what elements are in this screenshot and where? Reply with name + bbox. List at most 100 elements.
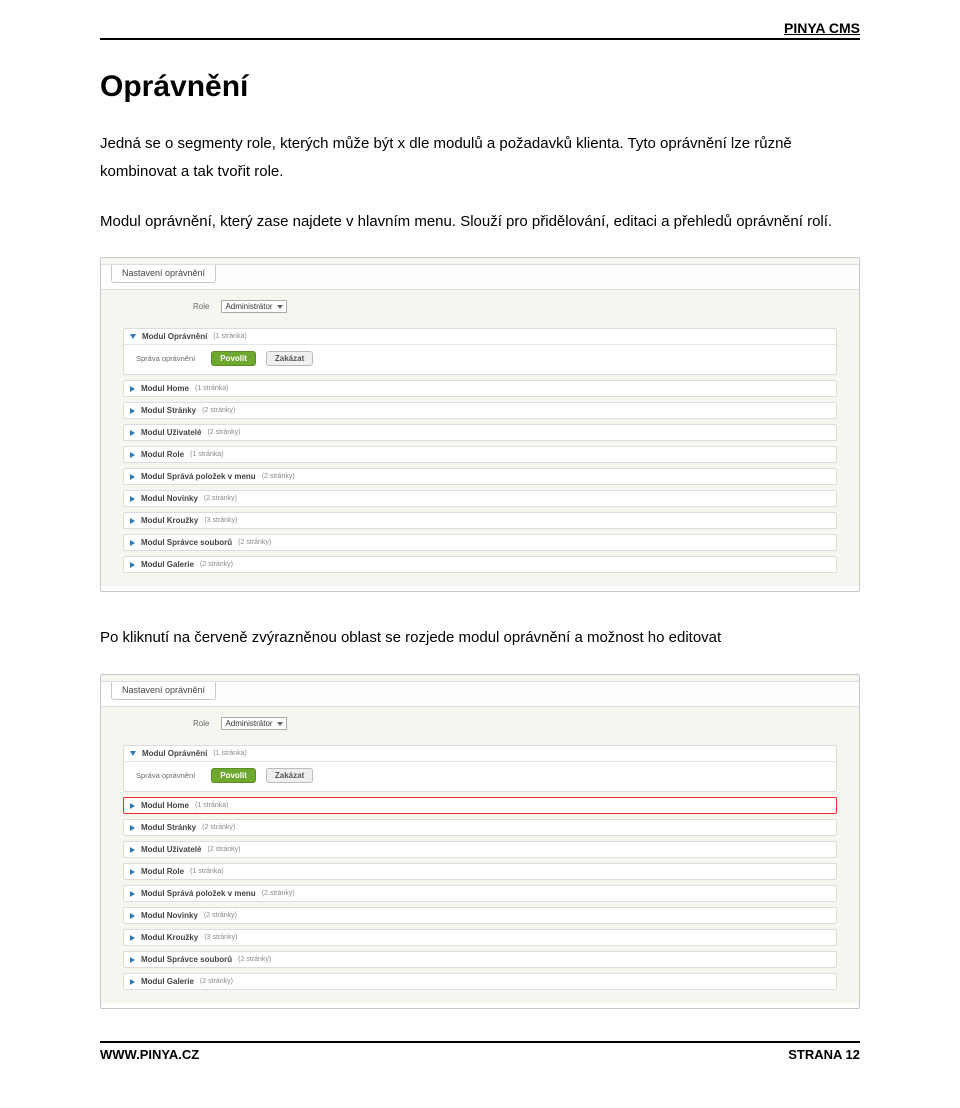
role-label: Role [193,302,209,311]
chevron-right-icon [130,430,135,436]
chevron-down-icon [130,334,136,339]
role-select[interactable]: Administrátor [221,717,286,730]
module-title: Modul Oprávnění [142,332,207,341]
deny-button[interactable]: Zakázat [266,351,313,366]
module-title: Modul Stránky [141,823,196,832]
role-label: Role [193,719,209,728]
chevron-right-icon [130,386,135,392]
module-title: Modul Správá položek v menu [141,472,256,481]
chevron-right-icon [130,891,135,897]
module-count: (2 stránky) [262,473,295,480]
role-select-value: Administrátor [225,719,272,728]
chevron-right-icon [130,496,135,502]
module-row[interactable]: Modul Správá položek v menu (2 stránky) [123,468,837,485]
chevron-right-icon [130,825,135,831]
module-title: Modul Kroužky [141,933,198,942]
chevron-right-icon [130,957,135,963]
deny-button[interactable]: Zakázat [266,768,313,783]
chevron-right-icon [130,562,135,568]
module-row[interactable]: Modul Stránky (2 stránky) [123,402,837,419]
module-row[interactable]: Modul Role (1 stránka) [123,863,837,880]
allow-button[interactable]: Povolit [211,351,256,366]
chevron-right-icon [130,474,135,480]
module-count: (2 stránky) [202,407,235,414]
module-count: (1 stránka) [190,451,223,458]
chevron-right-icon [130,979,135,985]
module-row[interactable]: Modul Novinky (2 stránky) [123,907,837,924]
role-select-value: Administrátor [225,302,272,311]
module-title: Modul Novinky [141,494,198,503]
module-title: Modul Home [141,801,189,810]
module-row[interactable]: Modul Home(1 stránka) [123,797,837,814]
footer-site: WWW.PINYA.CZ [100,1047,199,1062]
brand: PINYA CMS [100,20,860,36]
module-count: (2 stránky) [238,539,271,546]
paragraph-1: Jedná se o segmenty role, kterých může b… [100,130,860,186]
module-count: (2 stránky) [200,561,233,568]
module-count: (1 stránka) [195,385,228,392]
module-count: (2 stránky) [200,978,233,985]
page-title: Oprávnění [100,70,860,104]
module-title: Modul Uživatelé [141,428,201,437]
chevron-right-icon [130,935,135,941]
module-row[interactable]: Modul Správce souborů (2 stránky) [123,534,837,551]
permission-row-label: Správa oprávnění [136,771,195,780]
module-title: Modul Správce souborů [141,955,232,964]
module-title: Modul Galerie [141,560,194,569]
role-select[interactable]: Administrátor [221,300,286,313]
module-count: (1 stránka) [190,868,223,875]
chevron-down-icon [277,722,283,726]
section-tab[interactable]: Nastavení oprávnění [111,682,216,700]
allow-button[interactable]: Povolit [211,768,256,783]
module-row[interactable]: Modul Kroužky (3 stránky) [123,929,837,946]
chevron-right-icon [130,847,135,853]
module-title: Modul Novinky [141,911,198,920]
module-title: Modul Home [141,384,189,393]
module-row[interactable]: Modul Galerie (2 stránky) [123,556,837,573]
module-row[interactable]: Modul Uživatelé(2 stránky) [123,841,837,858]
module-opravneni-expanded[interactable]: Modul Oprávnění (1 stránka) Správa opráv… [123,328,837,375]
divider [100,38,860,40]
module-title: Modul Správce souborů [141,538,232,547]
chevron-right-icon [130,803,135,809]
shot-topbar [101,258,859,265]
footer-page: STRANA 12 [788,1047,860,1062]
module-title: Modul Správá položek v menu [141,889,256,898]
module-count: (2 stránky) [202,824,235,831]
chevron-right-icon [130,913,135,919]
module-count: (2 stránky) [207,846,240,853]
chevron-right-icon [130,518,135,524]
divider [100,1041,860,1043]
paragraph-3: Po kliknutí na červeně zvýrazněnou oblas… [100,624,860,652]
module-title: Modul Role [141,450,184,459]
shot-topbar [101,675,859,682]
module-title: Modul Role [141,867,184,876]
module-count: (1 stránka) [213,750,246,757]
module-row[interactable]: Modul Role (1 stránka) [123,446,837,463]
module-row[interactable]: Modul Kroužky(3 stránky) [123,512,837,529]
module-row[interactable]: Modul Správá položek v menu (2 stránky) [123,885,837,902]
chevron-right-icon [130,408,135,414]
module-count: (3 stránky) [204,934,237,941]
module-row[interactable]: Modul Novinky (2 stránky) [123,490,837,507]
module-count: (2 stránky) [207,429,240,436]
module-row[interactable]: Modul Galerie(2 stránky) [123,973,837,990]
permission-row-label: Správa oprávnění [136,354,195,363]
chevron-right-icon [130,452,135,458]
chevron-right-icon [130,540,135,546]
module-count: (2 stránky) [238,956,271,963]
module-opravneni-expanded[interactable]: Modul Oprávnění (1 stránka) Správa opráv… [123,745,837,792]
screenshot-2: Nastavení oprávnění Role Administrátor M… [100,674,860,1009]
module-row[interactable]: Modul Stránky (2 stránky) [123,819,837,836]
module-row[interactable]: Modul Správce souborů (2 stránky) [123,951,837,968]
module-count: (2 stránky) [262,890,295,897]
chevron-down-icon [277,305,283,309]
module-title: Modul Kroužky [141,516,198,525]
module-count: (2 stránky) [204,495,237,502]
module-row[interactable]: Modul Home (1 stránka) [123,380,837,397]
module-row[interactable]: Modul Uživatelé (2 stránky) [123,424,837,441]
section-tab[interactable]: Nastavení oprávnění [111,265,216,283]
screenshot-1: Nastavení oprávnění Role Administrátor M… [100,257,860,592]
module-title: Modul Stránky [141,406,196,415]
module-count: (2 stránky) [204,912,237,919]
